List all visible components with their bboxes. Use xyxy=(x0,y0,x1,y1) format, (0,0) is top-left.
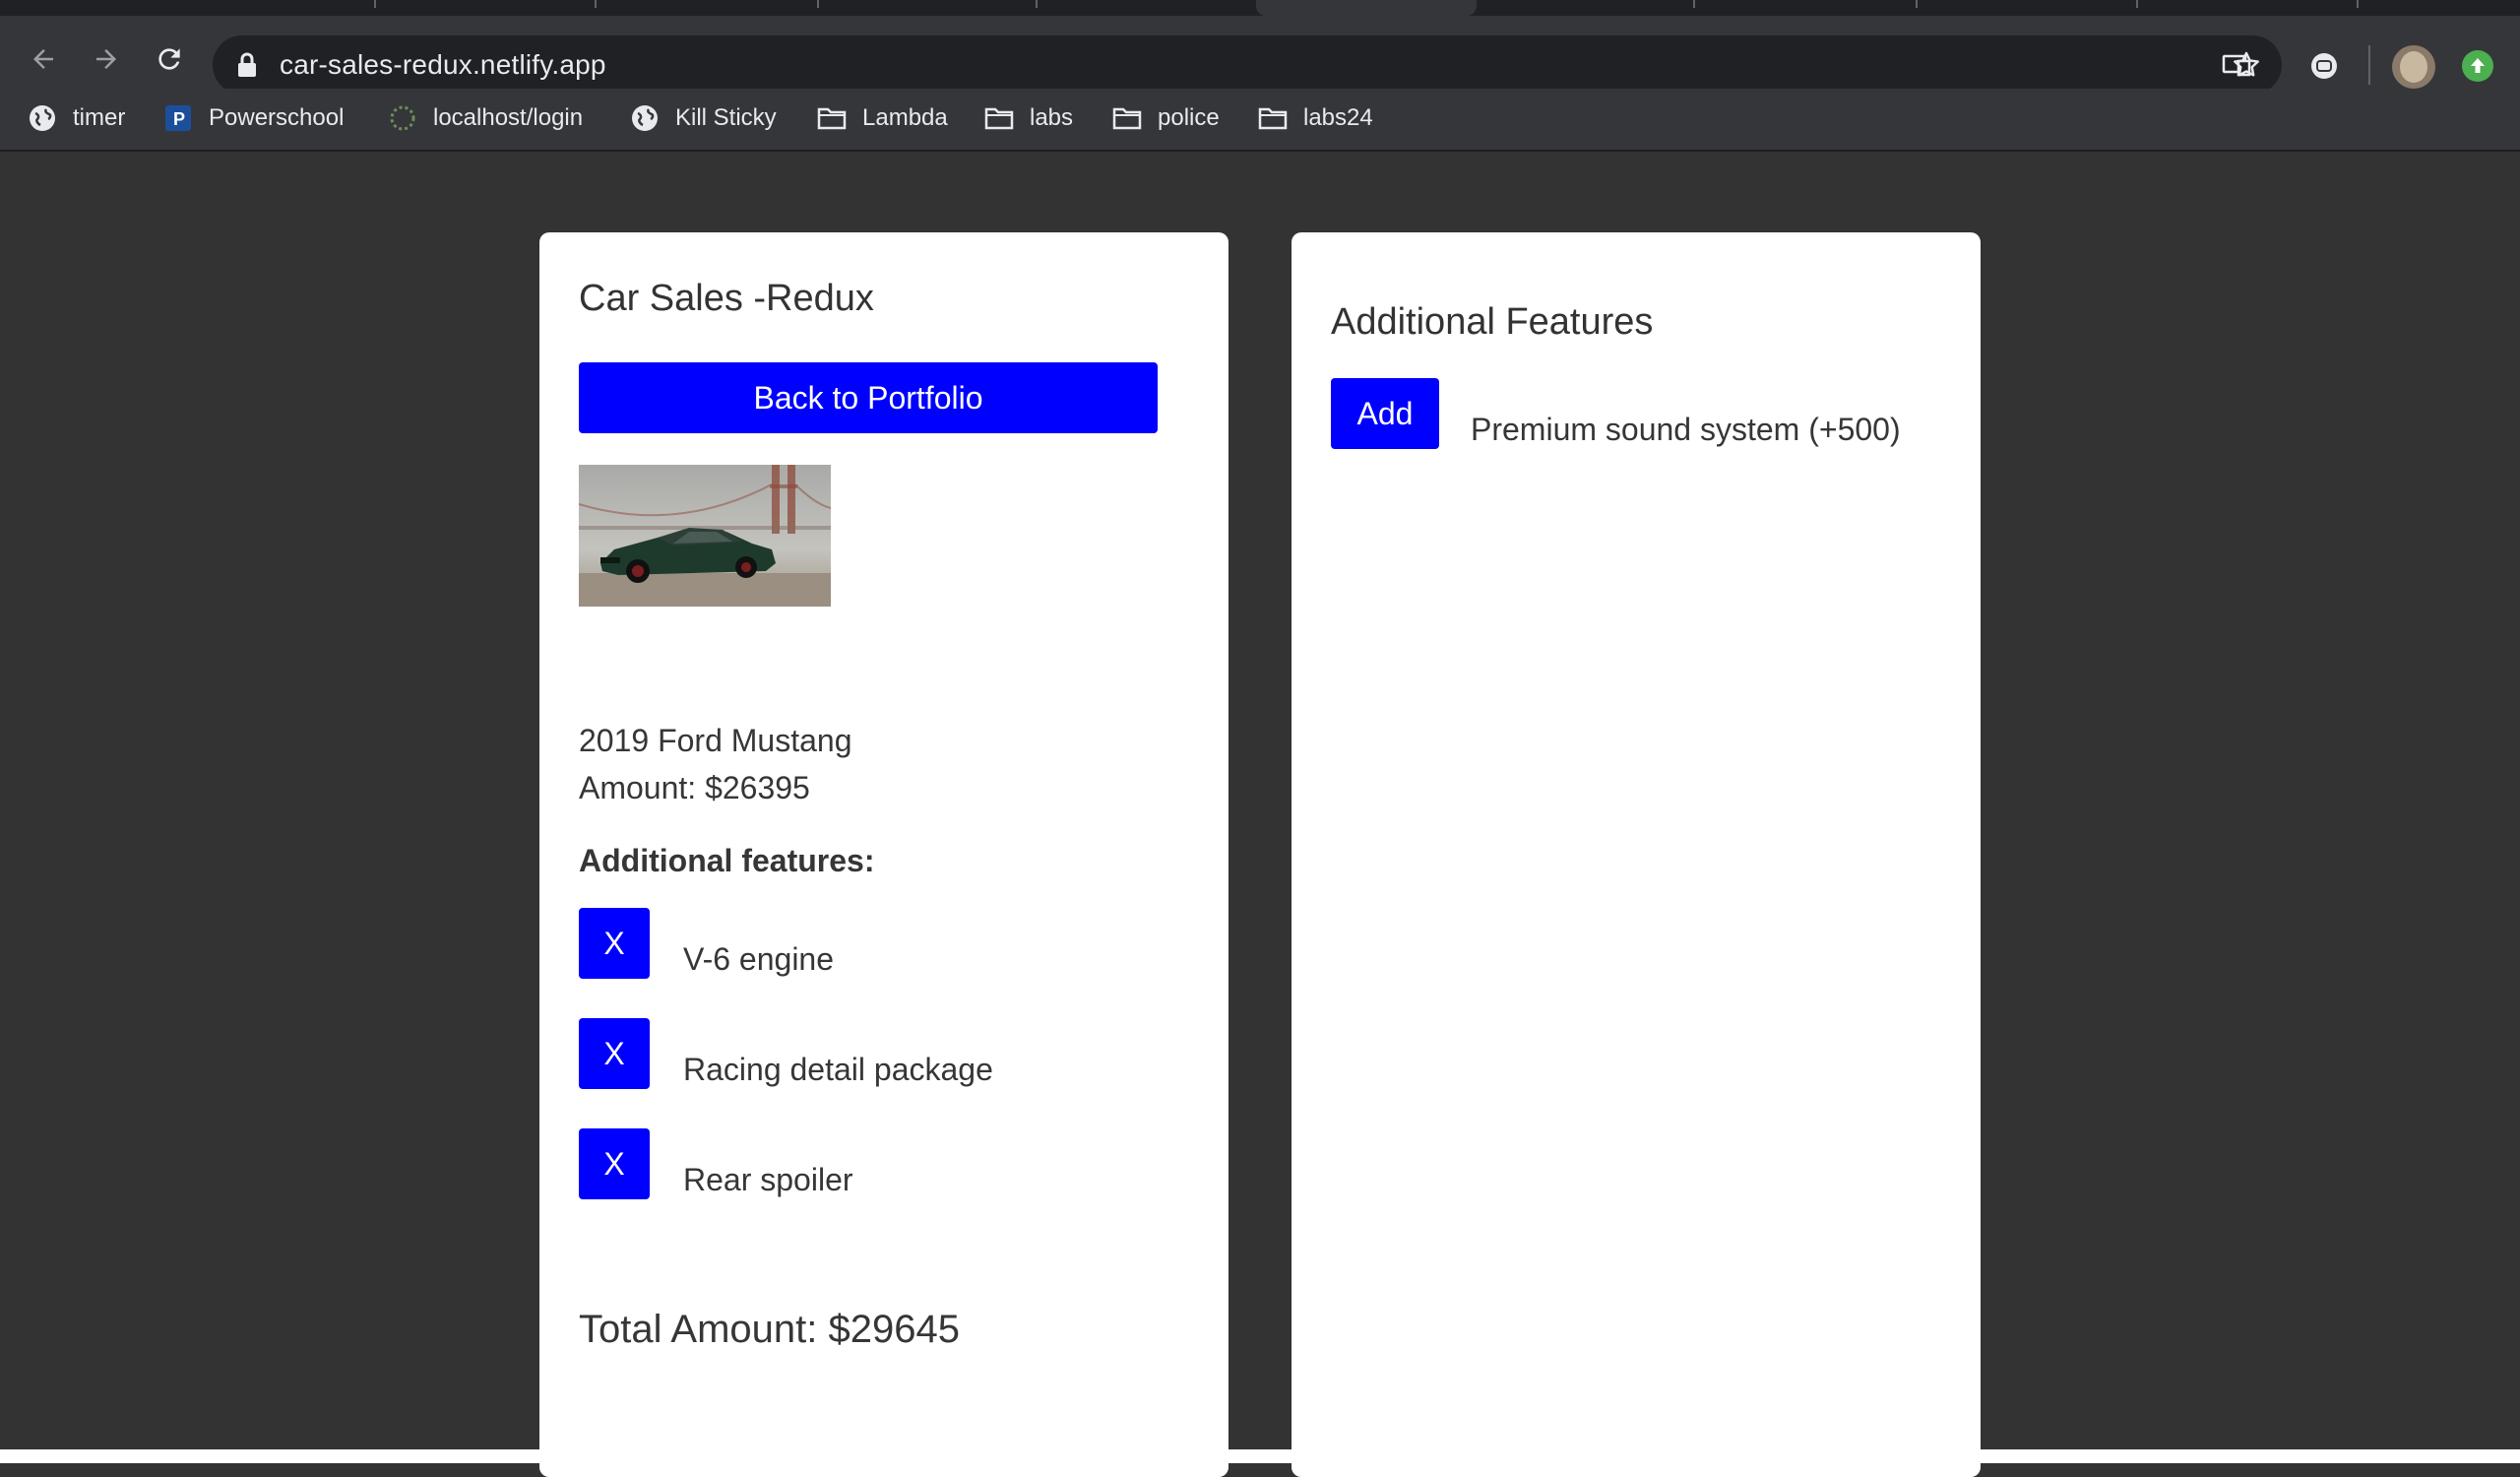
additional-feature-item: Add Premium sound system (+500) xyxy=(1331,378,1961,449)
feature-name: V-6 engine xyxy=(683,941,835,977)
tab-separator xyxy=(2136,0,2138,8)
bookmark-folder-police[interactable]: police xyxy=(1112,98,1220,138)
remove-feature-button[interactable]: X xyxy=(579,1128,650,1199)
avatar-face xyxy=(2400,51,2427,83)
url-text: car-sales-redux.netlify.app xyxy=(280,49,606,80)
remove-feature-button[interactable]: X xyxy=(579,1018,650,1089)
feature-name: Premium sound system (+500) xyxy=(1471,412,1901,447)
lock-icon xyxy=(238,52,256,77)
bookmark-kill-sticky[interactable]: Kill Sticky xyxy=(630,98,777,138)
remove-feature-button[interactable]: X xyxy=(579,908,650,979)
forward-button[interactable] xyxy=(79,32,134,87)
bookmark-timer[interactable]: timer xyxy=(28,98,125,138)
feature-name: Racing detail package xyxy=(683,1052,993,1087)
bottom-edge xyxy=(0,1449,2520,1463)
bookmark-folder-lambda[interactable]: Lambda xyxy=(817,98,948,138)
update-icon[interactable] xyxy=(2461,49,2494,83)
tab-separator xyxy=(817,0,819,8)
back-button[interactable] xyxy=(16,32,71,87)
bookmark-folder-labs24[interactable]: labs24 xyxy=(1258,98,1373,138)
additional-features-card: Additional Features Add Premium sound sy… xyxy=(1292,232,1981,1477)
tab-separator xyxy=(374,0,376,8)
address-bar[interactable]: car-sales-redux.netlify.app xyxy=(213,35,2282,95)
added-feature-item: X V-6 engine xyxy=(579,908,1169,979)
bookmark-label: labs24 xyxy=(1303,104,1373,131)
globe-icon xyxy=(28,103,57,133)
added-features-heading: Additional features: xyxy=(579,843,875,878)
tab-separator xyxy=(1916,0,1918,8)
feature-name: Rear spoiler xyxy=(683,1162,853,1197)
toolbar-divider xyxy=(2368,45,2370,85)
folder-icon xyxy=(1112,103,1142,133)
car-card: Car Sales -Redux Back to Portfolio 2019 … xyxy=(539,232,1228,1477)
arrow-right-icon xyxy=(96,49,116,69)
bookmark-label: Powerschool xyxy=(209,104,345,131)
folder-icon xyxy=(817,103,847,133)
bookmark-label: Kill Sticky xyxy=(675,104,777,131)
car-amount: Amount: $26395 xyxy=(579,770,810,805)
extension-icon[interactable] xyxy=(2309,51,2339,81)
tab-separator xyxy=(595,0,597,8)
bookmark-label: Lambda xyxy=(862,104,948,131)
bookmark-powerschool[interactable]: P Powerschool xyxy=(163,98,344,138)
back-to-portfolio-button[interactable]: Back to Portfolio xyxy=(579,362,1158,433)
spinner-icon xyxy=(388,103,417,133)
tab-strip xyxy=(0,0,2520,16)
globe-icon xyxy=(630,103,660,133)
profile-avatar[interactable] xyxy=(2392,45,2435,89)
svg-text:P: P xyxy=(173,109,185,129)
added-feature-item: X Racing detail package xyxy=(579,1018,1169,1089)
total-amount: Total Amount: $29645 xyxy=(579,1308,960,1351)
additional-features-title: Additional Features xyxy=(1331,301,1654,343)
add-feature-button[interactable]: Add xyxy=(1331,378,1439,449)
bookmarks-bar: timer P Powerschool localhost/login Kill… xyxy=(0,89,2520,152)
reload-button[interactable] xyxy=(142,32,197,87)
reload-icon xyxy=(158,48,180,70)
folder-icon xyxy=(984,103,1014,133)
tab-separator xyxy=(2357,0,2359,8)
page-title: Car Sales -Redux xyxy=(579,278,874,319)
tab-separator xyxy=(1036,0,1038,8)
bookmark-localhost-login[interactable]: localhost/login xyxy=(388,98,583,138)
powerschool-icon: P xyxy=(163,103,193,133)
active-tab[interactable] xyxy=(1256,0,1477,16)
tab-separator xyxy=(1693,0,1695,8)
bookmark-label: timer xyxy=(73,104,126,131)
added-feature-item: X Rear spoiler xyxy=(579,1128,1169,1199)
car-image xyxy=(579,465,831,607)
bookmark-label: labs xyxy=(1030,104,1074,131)
bookmark-folder-labs[interactable]: labs xyxy=(984,98,1073,138)
bookmark-label: police xyxy=(1158,104,1220,131)
folder-icon xyxy=(1258,103,1288,133)
arrow-left-icon xyxy=(33,49,53,69)
star-icon[interactable] xyxy=(2231,49,2262,81)
car-name: 2019 Ford Mustang xyxy=(579,723,852,758)
bookmark-label: localhost/login xyxy=(433,104,584,131)
